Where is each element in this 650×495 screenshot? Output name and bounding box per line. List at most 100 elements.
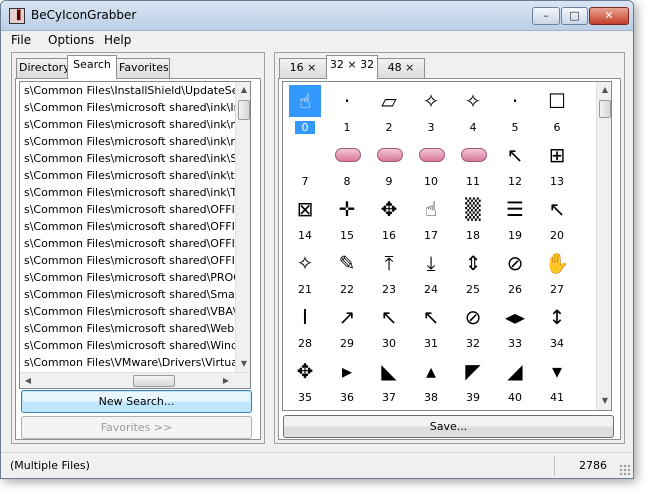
tab-48x48[interactable]: 48 × 48 [377,58,425,92]
file-list-horizontal-scrollbar[interactable]: ◀ ▶ [20,372,250,388]
icon-grid-vertical-scrollbar[interactable]: ▲ ▼ [596,82,611,410]
icon-cell[interactable]: ↗ 29 [326,299,368,353]
icon-cell[interactable]: ◢ 40 [494,353,536,407]
icon-cell[interactable]: ✧ 4 [452,83,494,137]
app-icon[interactable]: ▐ [9,8,25,24]
file-list-item[interactable]: s\Common Files\microsoft shared\OFFICE12 [20,252,250,269]
icon-cell[interactable]: ▱ 2 [368,83,410,137]
icon-cell[interactable]: ✧ 21 [284,245,326,299]
scroll-up-arrow-icon[interactable]: ▲ [236,82,250,98]
icon-cell[interactable]: 11 [452,137,494,191]
menu-options[interactable]: Options [45,33,97,47]
icon-cell[interactable]: ⊞ 13 [536,137,578,191]
file-list-item[interactable]: s\Common Files\microsoft shared\ink\mica… [20,116,250,133]
file-list-item[interactable]: s\Common Files\microsoft shared\OFFICE12 [20,235,250,252]
icon-cell[interactable]: ⊘ 32 [452,299,494,353]
file-list-item[interactable]: s\Common Files\microsoft shared\OFFICE12 [20,218,250,235]
icon-cell[interactable]: I 28 [284,299,326,353]
menu-file[interactable]: File [8,33,34,47]
resize-grip-icon[interactable] [619,464,631,476]
file-list-item[interactable]: s\Common Files\VMware\Drivers\Virtual Pr… [20,354,250,371]
tab-favorites[interactable]: Favorites [116,58,170,78]
scroll-thumb[interactable] [599,100,611,118]
cursor-icon: ↖ [506,143,524,167]
icon-cell[interactable]: ⤓ 24 [410,245,452,299]
icon-cell[interactable]: · 5 [494,83,536,137]
icon-index-label: 7 [301,175,309,188]
icon-cell[interactable]: 8 [326,137,368,191]
scroll-down-arrow-icon[interactable]: ▼ [597,393,611,409]
file-list[interactable]: s\Common Files\InstallShield\UpdateServi… [19,81,251,389]
file-list-item[interactable]: s\Common Files\microsoft shared\Windows … [20,337,250,354]
icon-cell[interactable]: ☝ 0 [284,83,326,137]
icon-cell[interactable]: ✥ 35 [284,353,326,407]
icon-cell[interactable]: ▴ 38 [410,353,452,407]
save-button[interactable]: Save... [283,415,614,438]
eraser-shape [419,148,445,162]
icon-cell[interactable]: ✥ 16 [368,191,410,245]
icon-index-label: 26 [508,283,522,296]
icon-cell[interactable]: ⤒ 23 [368,245,410,299]
eraser-cursor-icon [415,139,447,171]
maximize-button[interactable]: □ [561,7,588,25]
cursor-icon: ◣ [381,359,397,383]
icon-grid[interactable]: ☝ 0 · 1 ▱ 2 ✧ 3 ✧ 4 · 5 ☐ 6 7 8 9 10 11 ↖ 12 ⊞ 13 ⊠ 14 ✛ 15 ✥ 16 ☝ 17 ▒… [282,81,612,411]
scroll-down-arrow-icon[interactable]: ▼ [236,356,250,372]
scroll-thumb[interactable] [238,100,250,120]
icon-cell[interactable]: ▾ 41 [536,353,578,407]
cursor-icon: ✥ [296,359,314,383]
icon-cell[interactable]: ⇕ 25 [452,245,494,299]
file-list-item[interactable]: s\Common Files\microsoft shared\Web Fold… [20,320,250,337]
icon-cell[interactable]: ✋ 27 [536,245,578,299]
file-list-item[interactable]: s\Common Files\microsoft shared\OFFICE12 [20,201,250,218]
file-list-item[interactable]: s\Common Files\microsoft shared\ink\Shap… [20,150,250,167]
file-list-item[interactable]: s\Common Files\microsoft shared\ink\tabs… [20,167,250,184]
icon-cell[interactable]: ⊘ 26 [494,245,536,299]
icon-cell[interactable]: 7 [284,137,326,191]
icon-cell[interactable]: ↖ 31 [410,299,452,353]
scroll-thumb[interactable] [133,375,175,387]
favorites-button[interactable]: Favorites >> [21,416,252,439]
icon-cell[interactable]: ▸ 36 [326,353,368,407]
icon-cell[interactable]: ☐ 6 [536,83,578,137]
icon-index-label: 3 [427,121,435,134]
icon-cell[interactable]: ↖ 12 [494,137,536,191]
cursor-icon: ↕ [548,305,566,329]
tab-directory[interactable]: Directory [16,58,70,78]
file-list-item[interactable]: s\Common Files\microsoft shared\VBA\VBA6 [20,303,250,320]
icon-cell[interactable]: ◤ 39 [452,353,494,407]
icon-cell[interactable]: ☝ 17 [410,191,452,245]
scroll-left-arrow-icon[interactable]: ◀ [20,373,36,388]
minimize-button[interactable]: – [532,7,560,25]
menu-help[interactable]: Help [101,33,134,47]
title-bar[interactable]: ▐ BeCyIconGrabber – □ ✕ [1,1,633,31]
close-button[interactable]: ✕ [589,7,629,25]
icon-cell[interactable]: ✛ 15 [326,191,368,245]
icon-cell[interactable]: ↖ 30 [368,299,410,353]
icon-cell[interactable]: 9 [368,137,410,191]
tab-16x16[interactable]: 16 × 16 [279,58,327,92]
icon-cell[interactable]: ⊠ 14 [284,191,326,245]
scroll-up-arrow-icon[interactable]: ▲ [597,82,611,98]
icon-cell[interactable]: · 1 [326,83,368,137]
new-search-button[interactable]: New Search... [21,390,252,413]
icon-cell[interactable]: ◂▸ 33 [494,299,536,353]
file-list-item[interactable]: s\Common Files\microsoft shared\PROOF\M [20,269,250,286]
icon-cell[interactable]: ✎ 22 [326,245,368,299]
icon-cell[interactable]: ✧ 3 [410,83,452,137]
file-list-item[interactable]: s\Common Files\microsoft shared\ink\mip.… [20,133,250,150]
icon-cell[interactable]: ↕ 34 [536,299,578,353]
file-list-vertical-scrollbar[interactable]: ▲ ▼ [235,82,250,372]
scroll-right-arrow-icon[interactable]: ▶ [218,373,234,388]
icon-cell[interactable]: ↖ 20 [536,191,578,245]
file-list-item[interactable]: s\Common Files\microsoft shared\ink\InkO… [20,99,250,116]
file-list-item[interactable]: s\Common Files\microsoft shared\ink\TipR… [20,184,250,201]
icon-cell[interactable]: ☰ 19 [494,191,536,245]
tab-32x32[interactable]: 32 × 32 [326,55,378,79]
tab-search[interactable]: Search [67,55,117,79]
file-list-item[interactable]: s\Common Files\InstallShield\UpdateServi… [20,82,250,99]
file-list-item[interactable]: s\Common Files\microsoft shared\Smart Ta… [20,286,250,303]
icon-cell[interactable]: 10 [410,137,452,191]
icon-cell[interactable]: ▒ 18 [452,191,494,245]
icon-cell[interactable]: ◣ 37 [368,353,410,407]
